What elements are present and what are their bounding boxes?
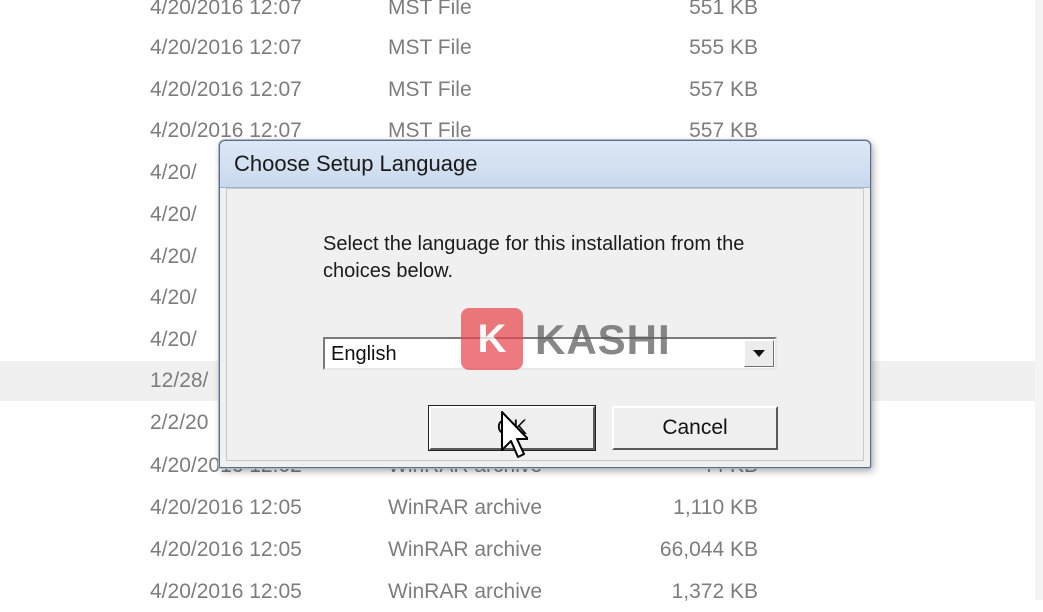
watermark: K KASHI — [461, 308, 671, 372]
file-row[interactable]: 4/20/2016 12:07 MST File 555 KB — [0, 28, 1043, 68]
file-type: WinRAR archive — [388, 538, 543, 561]
file-size: 1,372 KB — [671, 580, 758, 603]
file-size: 557 KB — [689, 78, 758, 101]
file-type: MST File — [388, 0, 472, 19]
file-size: 555 KB — [689, 36, 758, 59]
dialog-title: Choose Setup Language — [234, 151, 478, 176]
file-row[interactable]: 4/20/2016 12:05 WinRAR archive 1,372 KB — [0, 572, 1043, 612]
setup-language-dialog: Choose Setup Language Select the languag… — [219, 140, 871, 468]
file-date: 4/20/2016 12:05 — [150, 496, 302, 519]
file-date: 4/20/ — [150, 328, 197, 351]
file-date: 12/28/ — [150, 369, 209, 392]
file-row[interactable]: 4/20/2016 12:07 MST File 557 KB — [0, 70, 1043, 110]
file-date: 4/20/2016 12:07 — [150, 0, 302, 19]
file-date: 4/20/ — [150, 161, 197, 184]
file-size: 551 KB — [689, 0, 758, 19]
cancel-button[interactable]: Cancel — [612, 406, 778, 450]
dropdown-button[interactable] — [744, 340, 774, 367]
language-select-value: English — [331, 343, 397, 365]
mouse-pointer-icon — [501, 411, 528, 458]
file-type: WinRAR archive — [388, 496, 543, 519]
file-row[interactable]: 4/20/2016 12:05 WinRAR archive 66,044 KB — [0, 530, 1043, 570]
file-type: WinRAR archive — [388, 580, 543, 603]
file-date: 2/2/20 — [150, 411, 209, 434]
file-date: 4/20/ — [150, 203, 197, 226]
dialog-titlebar[interactable]: Choose Setup Language — [220, 141, 870, 188]
file-size: 66,044 KB — [659, 538, 758, 561]
file-date: 4/20/2016 12:05 — [150, 538, 302, 561]
file-row[interactable]: 4/20/2016 12:07 MST File 551 KB — [0, 0, 1043, 28]
file-size: 1,110 KB — [673, 496, 758, 519]
dialog-prompt: Select the language for this installatio… — [323, 233, 745, 282]
file-date: 4/20/2016 12:05 — [150, 580, 302, 603]
file-type: MST File — [388, 36, 472, 59]
file-type: MST File — [388, 78, 472, 101]
file-date: 4/20/ — [150, 245, 197, 268]
watermark-text: KASHI — [535, 316, 671, 363]
file-date: 4/20/2016 12:07 — [150, 36, 302, 59]
file-date: 4/20/2016 12:07 — [150, 78, 302, 101]
window-edge — [1035, 0, 1043, 600]
watermark-logo-icon: K — [461, 308, 523, 370]
file-row[interactable]: 4/20/2016 12:05 WinRAR archive 1,110 KB — [0, 488, 1043, 528]
file-date: 4/20/ — [150, 286, 197, 309]
chevron-down-icon — [753, 350, 765, 357]
